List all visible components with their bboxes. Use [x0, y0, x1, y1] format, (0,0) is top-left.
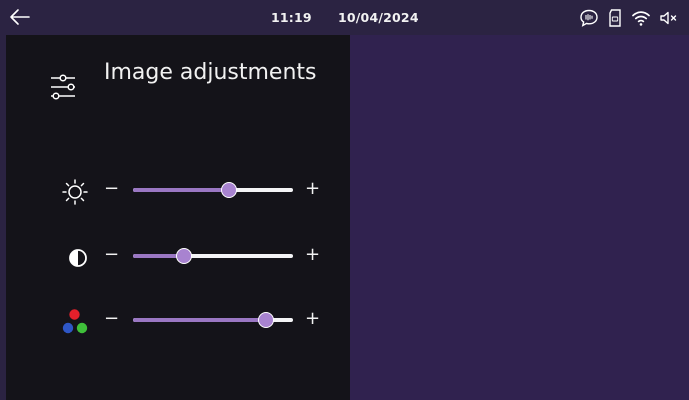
contrast-increase-button[interactable]: +	[305, 243, 320, 267]
color-increase-button[interactable]: +	[305, 307, 320, 331]
status-date: 10/04/2024	[338, 10, 419, 25]
status-icons	[579, 8, 679, 28]
contrast-slider-thumb[interactable]	[176, 248, 193, 264]
contrast-slider[interactable]	[133, 248, 293, 264]
sd-card-icon	[607, 8, 623, 28]
color-slider-fill	[133, 318, 266, 322]
panel-title: Image adjustments	[104, 60, 317, 85]
brightness-increase-button[interactable]: +	[305, 177, 320, 201]
color-row: − +	[0, 305, 350, 335]
color-slider[interactable]	[133, 312, 293, 328]
brightness-slider-thumb[interactable]	[221, 182, 237, 198]
color-dots-icon	[60, 308, 90, 336]
status-bar: 11:19 10/04/2024	[0, 0, 689, 35]
color-decrease-button[interactable]: −	[104, 307, 119, 331]
brightness-icon	[60, 178, 90, 206]
image-preview-area	[350, 35, 689, 400]
contrast-row: − +	[0, 241, 350, 271]
color-slider-thumb[interactable]	[257, 312, 274, 328]
sliders-icon	[50, 72, 76, 104]
speaker-muted-icon	[659, 8, 679, 28]
back-arrow-icon[interactable]	[8, 6, 32, 28]
contrast-icon	[60, 244, 90, 272]
contrast-decrease-button[interactable]: −	[104, 243, 119, 267]
brightness-slider[interactable]	[133, 182, 293, 198]
brightness-row: − +	[0, 175, 350, 205]
brightness-slider-fill	[133, 188, 229, 192]
status-time: 11:19	[271, 10, 312, 25]
speech-bubble-icon	[579, 8, 599, 28]
brightness-decrease-button[interactable]: −	[104, 177, 119, 201]
wifi-icon	[631, 8, 651, 28]
